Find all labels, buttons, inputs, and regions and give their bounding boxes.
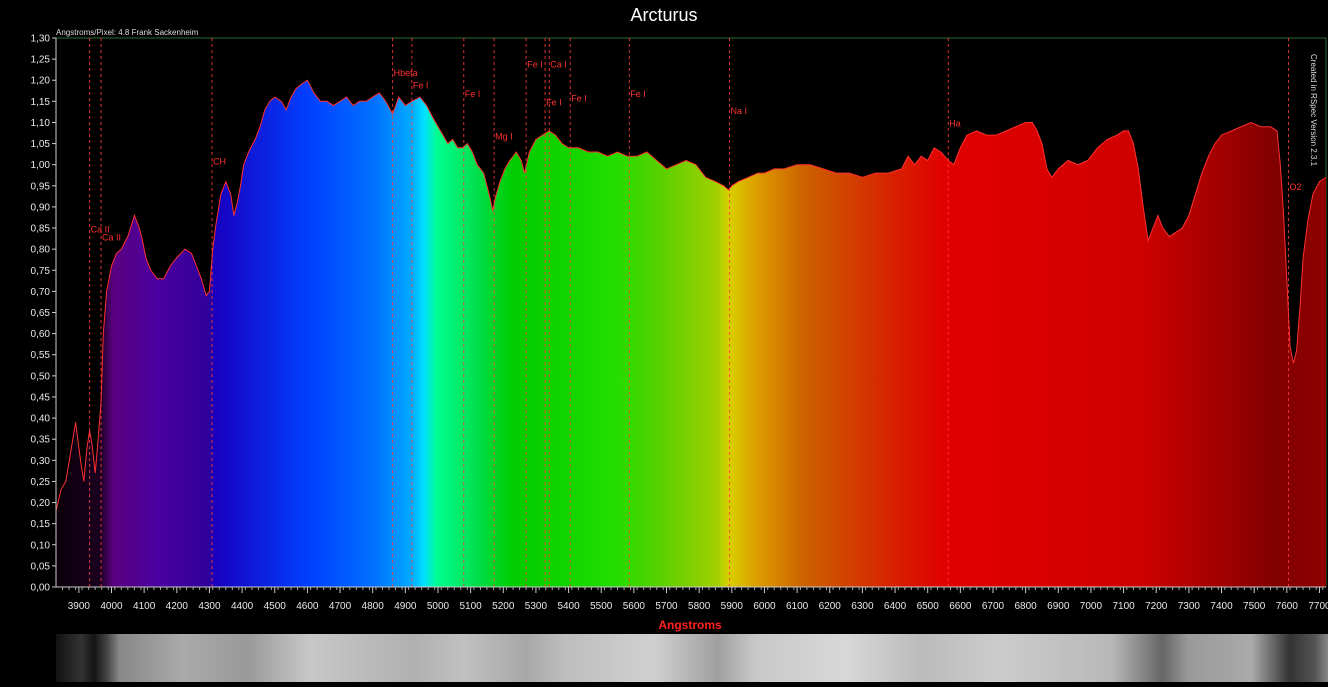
line-marker-label: Fe I: [527, 60, 543, 70]
x-tick-label: 7200: [1145, 601, 1168, 612]
y-tick-label: 0,95: [31, 181, 51, 192]
x-tick-label: 5900: [721, 601, 744, 612]
y-tick-label: 0,10: [31, 540, 51, 551]
y-tick-label: 0,80: [31, 245, 51, 256]
y-tick-label: 1,10: [31, 118, 51, 129]
x-tick-label: 7100: [1112, 601, 1135, 612]
x-tick-label: 4400: [231, 601, 254, 612]
y-tick-label: 0,15: [31, 519, 51, 530]
y-tick-label: 1,05: [31, 139, 51, 150]
x-tick-label: 6700: [982, 601, 1005, 612]
y-tick-label: 0,90: [31, 202, 51, 213]
y-tick-label: 0,50: [31, 371, 51, 382]
line-marker-label: Mg I: [495, 131, 513, 141]
x-tick-label: 4600: [296, 601, 319, 612]
x-tick-label: 6900: [1047, 601, 1070, 612]
x-tick-label: 6300: [851, 601, 874, 612]
x-tick-label: 4100: [133, 601, 156, 612]
y-tick-label: 1,30: [31, 34, 51, 45]
x-tick-label: 5000: [427, 601, 450, 612]
y-tick-label: 0,05: [31, 561, 51, 572]
x-tick-label: 7000: [1080, 601, 1103, 612]
y-tick-label: 0,40: [31, 414, 51, 425]
x-tick-label: 6500: [917, 601, 940, 612]
line-marker-label: Fe I: [546, 98, 562, 108]
line-marker-label: CH: [213, 157, 226, 167]
x-tick-label: 4800: [362, 601, 385, 612]
x-tick-label: 5100: [460, 601, 483, 612]
y-tick-label: 0,65: [31, 308, 51, 319]
x-tick-label: 7600: [1276, 601, 1299, 612]
y-tick-label: 0,55: [31, 350, 51, 361]
line-marker-label: Fe I: [571, 93, 587, 103]
x-tick-label: 5300: [525, 601, 548, 612]
y-tick-label: 1,25: [31, 55, 51, 66]
y-tick-label: 0,85: [31, 224, 51, 235]
line-marker-label: O2: [1289, 182, 1301, 192]
line-marker-label: Ha: [949, 119, 961, 129]
line-marker-label: Fe I: [465, 89, 481, 99]
line-marker-label: Fe I: [413, 81, 429, 91]
x-tick-label: 4300: [198, 601, 221, 612]
x-tick-label: 5200: [492, 601, 515, 612]
x-tick-label: 6200: [819, 601, 842, 612]
line-marker-label: Na I: [731, 106, 748, 116]
y-tick-label: 0,00: [31, 583, 51, 594]
x-tick-label: 3900: [68, 601, 91, 612]
y-tick-label: 1,00: [31, 160, 51, 171]
x-tick-label: 6400: [884, 601, 907, 612]
x-tick-label: 6800: [1015, 601, 1038, 612]
raw-spectrum-strip: [56, 634, 1328, 682]
y-tick-label: 0,70: [31, 287, 51, 298]
line-marker-label: Ca II: [102, 233, 121, 243]
x-tick-label: 5500: [590, 601, 613, 612]
raw-spectrum-image: [56, 634, 1328, 682]
x-tick-label: 5800: [688, 601, 711, 612]
x-tick-label: 6000: [753, 601, 776, 612]
y-tick-label: 1,15: [31, 97, 51, 108]
x-tick-label: 7300: [1178, 601, 1201, 612]
y-tick-label: 0,20: [31, 498, 51, 509]
x-tick-label: 7400: [1210, 601, 1233, 612]
spectrum-chart: Ca IICa IICHHbetaFe IFe IMg IFe I Ca IFe …: [31, 34, 1328, 613]
x-tick-label: 4900: [394, 601, 417, 612]
line-marker-label: Ca I: [550, 60, 567, 70]
x-tick-label: 7500: [1243, 601, 1266, 612]
y-tick-label: 0,45: [31, 392, 51, 403]
y-tick-label: 0,60: [31, 329, 51, 340]
x-tick-label: 7700: [1308, 601, 1328, 612]
x-tick-label: 5400: [557, 601, 580, 612]
y-tick-label: 0,30: [31, 456, 51, 467]
y-tick-label: 0,75: [31, 266, 51, 277]
line-marker-label: Hbeta: [394, 68, 418, 78]
x-tick-label: 6600: [949, 601, 972, 612]
y-tick-label: 0,35: [31, 435, 51, 446]
x-tick-label: 6100: [786, 601, 809, 612]
x-tick-label: 5600: [623, 601, 646, 612]
y-tick-label: 1,20: [31, 76, 51, 87]
line-marker-label: Fe I: [630, 89, 646, 99]
x-tick-label: 5700: [655, 601, 678, 612]
y-tick-label: 0,25: [31, 477, 51, 488]
x-tick-label: 4700: [329, 601, 352, 612]
x-tick-label: 4500: [264, 601, 287, 612]
x-tick-label: 4200: [166, 601, 189, 612]
x-tick-label: 4000: [100, 601, 123, 612]
